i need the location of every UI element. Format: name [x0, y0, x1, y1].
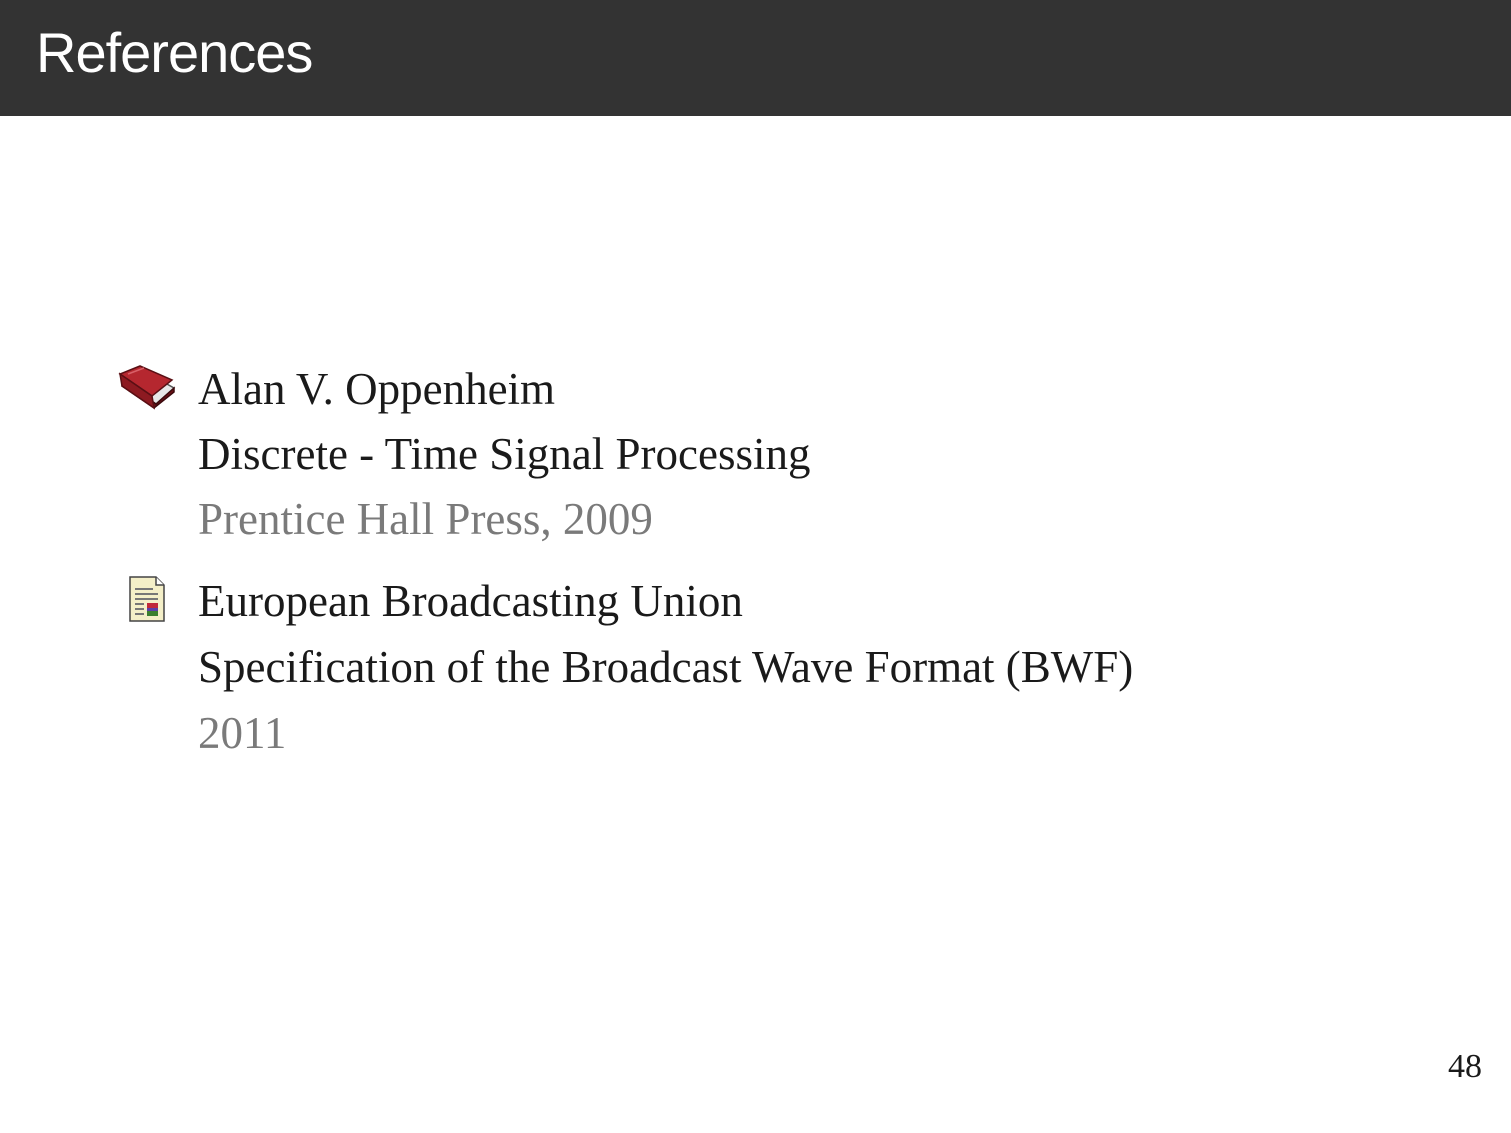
reference-author: European Broadcasting Union	[198, 576, 743, 626]
reference-title: Discrete - Time Signal Processing	[198, 429, 811, 479]
reference-publication: 2011	[198, 708, 287, 758]
article-icon	[128, 575, 166, 628]
page-number: 48	[1448, 1048, 1482, 1085]
reference-author: Alan V. Oppenheim	[198, 364, 556, 414]
reference-title: Specification of the Broadcast Wave Form…	[198, 642, 1134, 692]
book-icon	[118, 364, 176, 415]
reference-publication: Prentice Hall Press, 2009	[198, 494, 653, 544]
slide-title: References	[36, 21, 313, 84]
slide-header: References	[0, 0, 1511, 116]
